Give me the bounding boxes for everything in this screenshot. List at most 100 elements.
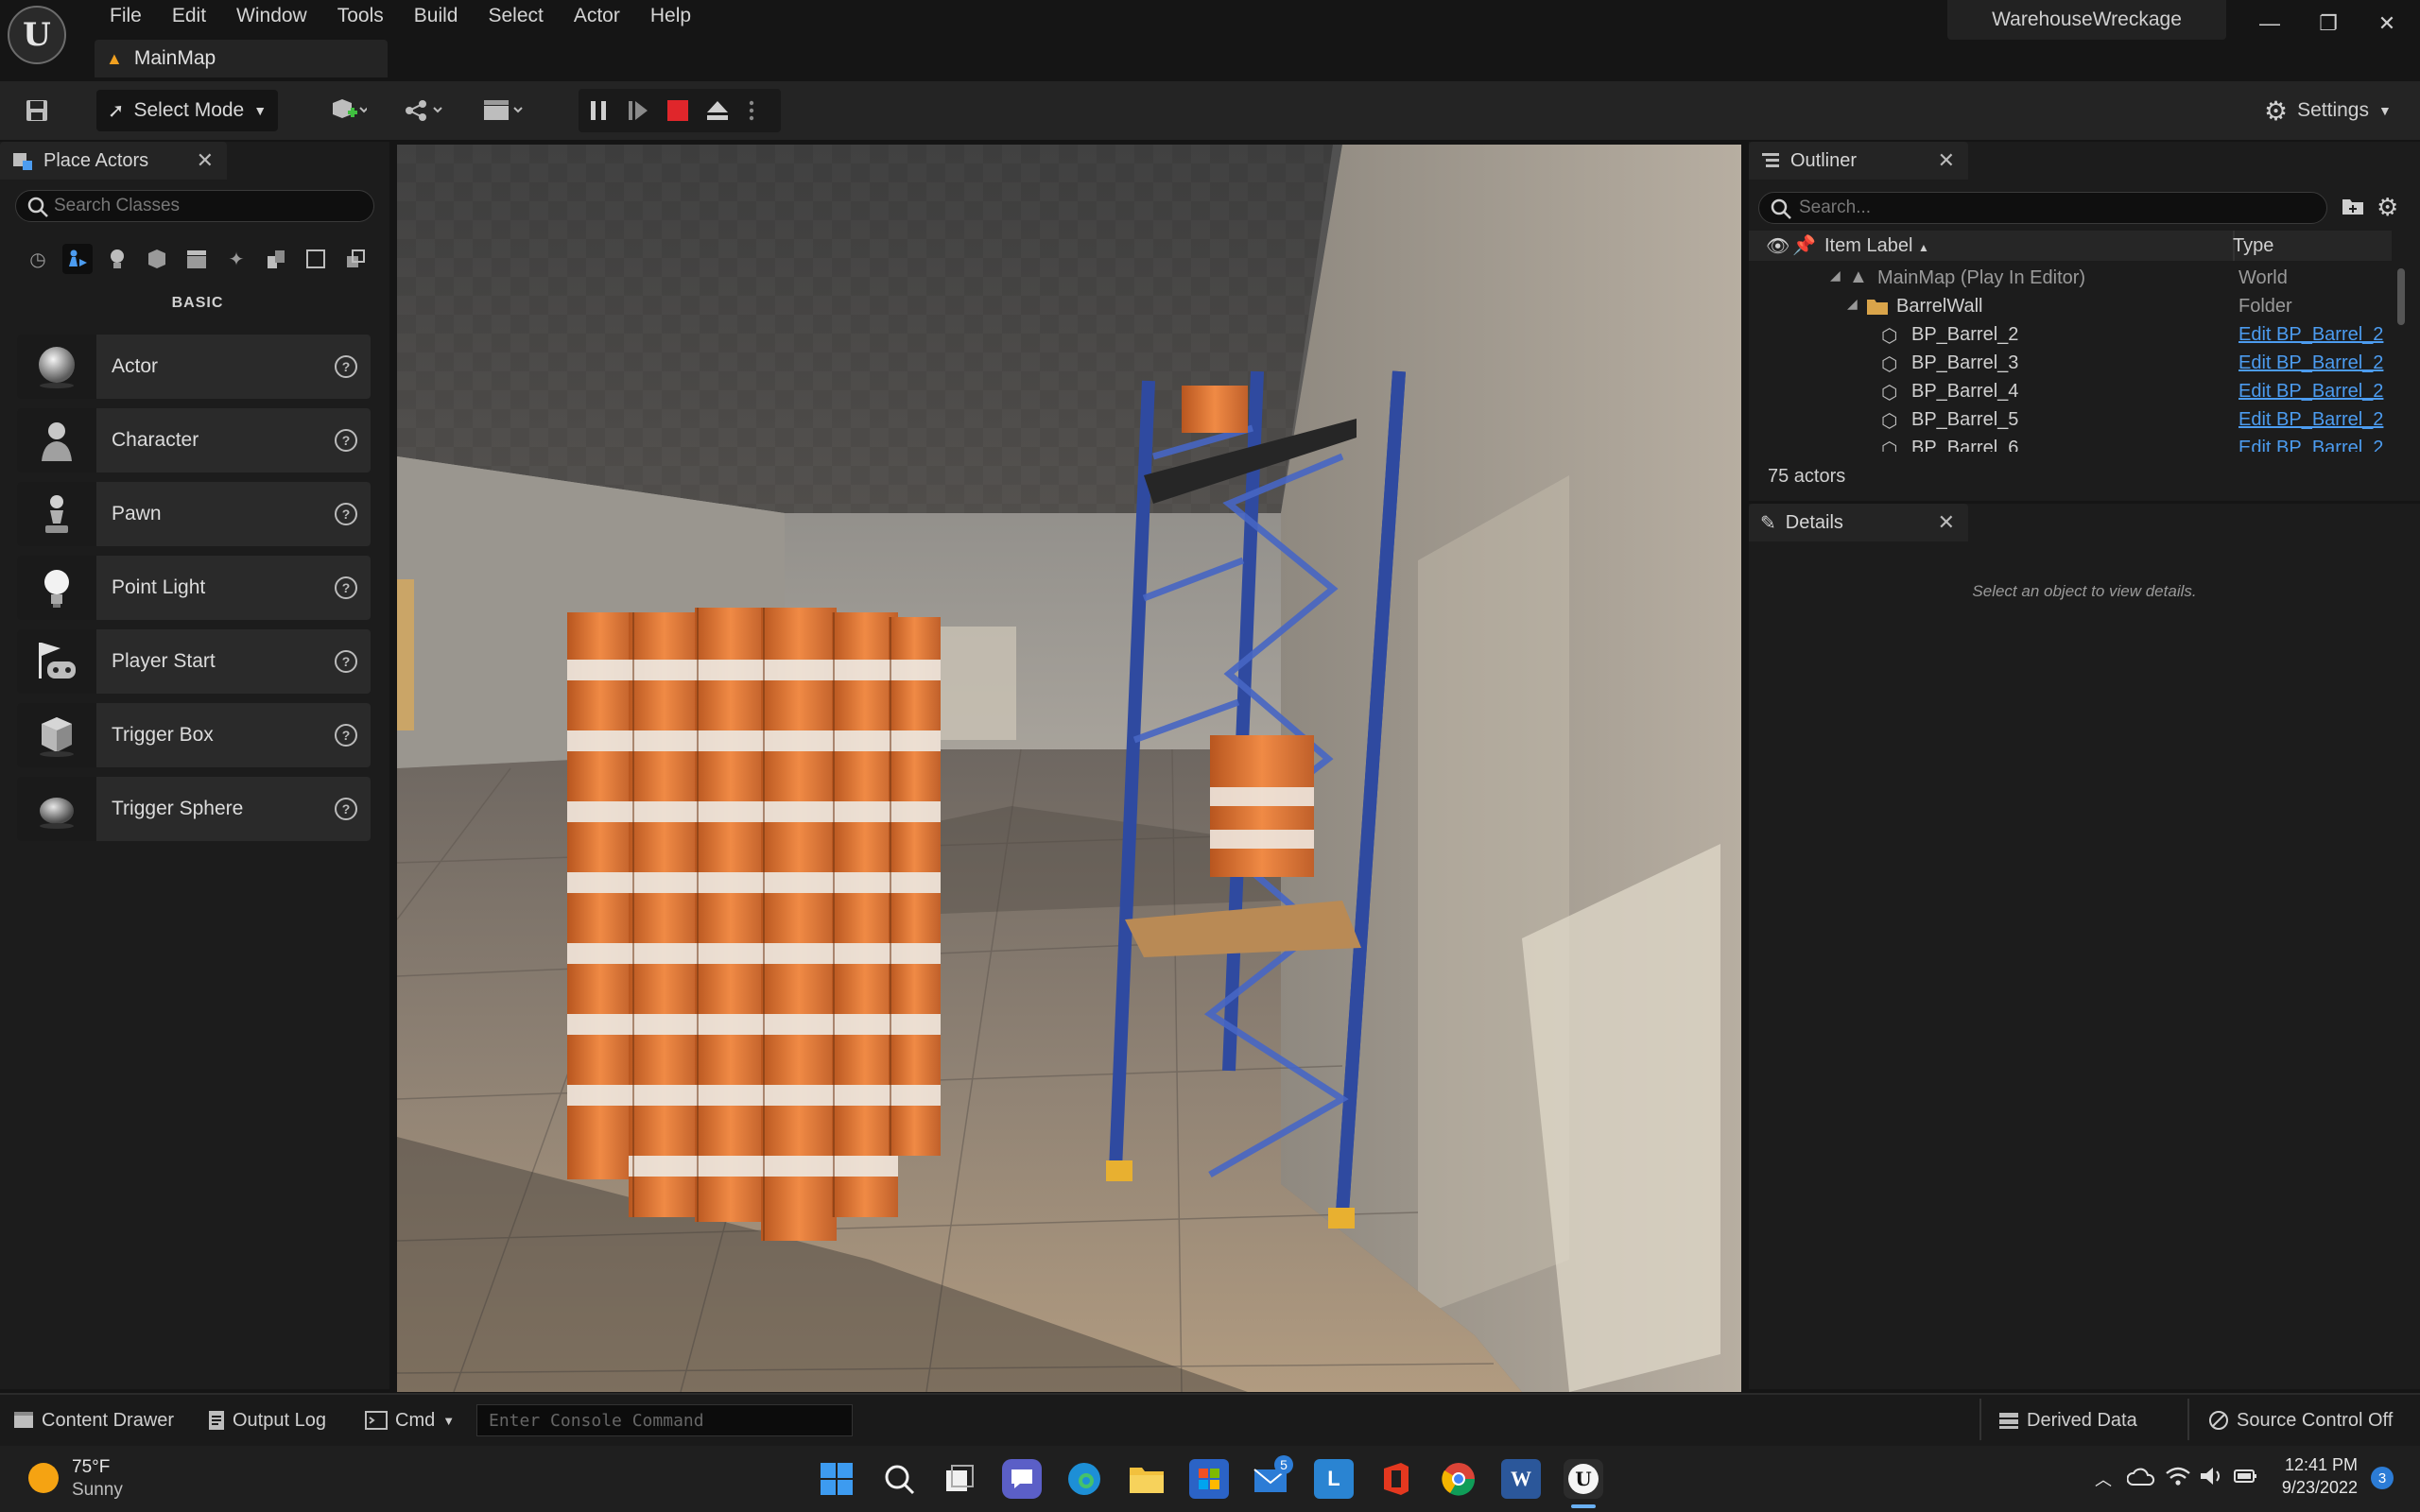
- volumes-icon[interactable]: [301, 244, 331, 274]
- help-icon[interactable]: ?: [335, 503, 357, 525]
- outliner-row-actor[interactable]: ⬡ BP_Barrel_3 Edit BP_Barrel_2: [1749, 350, 2392, 378]
- pause-icon[interactable]: [579, 90, 618, 131]
- edit-blueprint-link[interactable]: Edit BP_Barrel_2: [2238, 381, 2383, 403]
- level-viewport[interactable]: [397, 145, 1741, 1392]
- notification-badge[interactable]: 3: [2371, 1467, 2394, 1489]
- step-frame-icon[interactable]: [618, 90, 658, 131]
- volume-icon[interactable]: [2199, 1465, 2225, 1487]
- chrome-icon[interactable]: [1439, 1459, 1478, 1499]
- lights-icon[interactable]: [102, 244, 132, 274]
- visual-effects-icon[interactable]: ✦: [221, 244, 251, 274]
- outliner-row-actor[interactable]: ⬡ BP_Barrel_4 Edit BP_Barrel_2: [1749, 378, 2392, 406]
- cmd-dropdown[interactable]: Cmd ▼: [365, 1402, 455, 1438]
- search-classes-input[interactable]: Search Classes: [15, 190, 374, 222]
- edit-blueprint-link[interactable]: Edit BP_Barrel_2: [2238, 324, 2383, 346]
- blueprint-icon[interactable]: [397, 90, 456, 131]
- recent-icon[interactable]: ◷: [23, 244, 53, 274]
- outliner-settings-gear-icon[interactable]: ⚙: [2377, 193, 2398, 222]
- menu-help[interactable]: Help: [635, 0, 706, 32]
- help-icon[interactable]: ?: [335, 798, 357, 820]
- actor-item-pawn[interactable]: Pawn ?: [17, 482, 371, 546]
- menu-build[interactable]: Build: [399, 0, 474, 32]
- type-column-header[interactable]: Type: [2233, 235, 2273, 257]
- menu-window[interactable]: Window: [221, 0, 322, 32]
- outliner-row-actor[interactable]: ⬡ BP_Barrel_6 Edit BP_Barrel_2: [1749, 435, 2392, 452]
- item-label-column[interactable]: Item Label ▲: [1824, 235, 1929, 257]
- help-icon[interactable]: ?: [335, 650, 357, 673]
- actor-item-player-start[interactable]: Player Start ?: [17, 629, 371, 694]
- menu-actor[interactable]: Actor: [559, 0, 635, 32]
- shapes-icon[interactable]: [142, 244, 172, 274]
- menu-file[interactable]: File: [95, 0, 157, 32]
- derived-data-button[interactable]: Derived Data: [1998, 1402, 2137, 1438]
- add-actor-icon[interactable]: [320, 90, 376, 131]
- menu-tools[interactable]: Tools: [322, 0, 399, 32]
- menu-edit[interactable]: Edit: [157, 0, 221, 32]
- actor-item-character[interactable]: Character ?: [17, 408, 371, 472]
- chat-icon[interactable]: [1002, 1459, 1042, 1499]
- wifi-icon[interactable]: [2165, 1465, 2191, 1487]
- weather-sun-icon[interactable]: [28, 1463, 59, 1493]
- outliner-scrollbar[interactable]: [2397, 268, 2405, 325]
- actor-item-point-light[interactable]: Point Light ?: [17, 556, 371, 620]
- edit-blueprint-link[interactable]: Edit BP_Barrel_2: [2238, 409, 2383, 431]
- menu-select[interactable]: Select: [473, 0, 558, 32]
- restore-button[interactable]: ❐: [2299, 0, 2358, 47]
- help-icon[interactable]: ?: [335, 576, 357, 599]
- select-mode-dropdown[interactable]: ➚ Select Mode ▼: [96, 90, 278, 131]
- more-options-icon[interactable]: [737, 90, 766, 131]
- save-icon[interactable]: [17, 90, 57, 131]
- console-command-input[interactable]: Enter Console Command: [476, 1404, 853, 1436]
- basic-category-icon[interactable]: [62, 244, 93, 274]
- output-log-button[interactable]: Output Log: [208, 1402, 326, 1438]
- clock-date[interactable]: 9/23/2022: [2273, 1478, 2358, 1498]
- outliner-search-input[interactable]: Search...: [1758, 192, 2327, 224]
- content-drawer-button[interactable]: Content Drawer: [13, 1402, 174, 1438]
- edit-blueprint-link[interactable]: Edit BP_Barrel_2: [2238, 352, 2383, 374]
- add-folder-icon[interactable]: [2341, 194, 2365, 218]
- outliner-row-folder[interactable]: ◢ BarrelWall Folder: [1749, 293, 2392, 321]
- weather-condition[interactable]: Sunny: [72, 1480, 123, 1501]
- stop-icon[interactable]: [658, 90, 698, 131]
- search-icon[interactable]: [879, 1459, 919, 1499]
- app-l-icon[interactable]: L: [1314, 1459, 1354, 1499]
- edit-blueprint-link[interactable]: Edit BP_Barrel_2: [2238, 438, 2383, 452]
- help-icon[interactable]: ?: [335, 429, 357, 452]
- actor-item-actor[interactable]: Actor ?: [17, 335, 371, 399]
- file-explorer-icon[interactable]: [1127, 1459, 1167, 1499]
- actor-item-trigger-box[interactable]: Trigger Box ?: [17, 703, 371, 767]
- outliner-tab[interactable]: Outliner ✕: [1749, 142, 1968, 180]
- help-icon[interactable]: ?: [335, 355, 357, 378]
- word-icon[interactable]: W: [1501, 1459, 1541, 1499]
- map-tab[interactable]: ▲ MainMap: [95, 40, 388, 77]
- eject-icon[interactable]: [698, 90, 737, 131]
- expand-arrow-icon[interactable]: ◢: [1830, 267, 1841, 284]
- outliner-row-actor[interactable]: ⬡ BP_Barrel_5 Edit BP_Barrel_2: [1749, 406, 2392, 435]
- details-tab[interactable]: ✎ Details ✕: [1749, 504, 1968, 541]
- close-icon[interactable]: ✕: [197, 148, 227, 173]
- actor-item-trigger-sphere[interactable]: Trigger Sphere ?: [17, 777, 371, 841]
- pin-icon[interactable]: 📌: [1792, 233, 1816, 257]
- windows-start-icon[interactable]: [817, 1459, 856, 1499]
- visibility-eye-icon[interactable]: 👁: [1766, 234, 1789, 258]
- battery-icon[interactable]: [2233, 1465, 2259, 1487]
- task-view-icon[interactable]: [940, 1459, 979, 1499]
- weather-temperature[interactable]: 75°F: [72, 1457, 110, 1478]
- expand-arrow-icon[interactable]: ◢: [1847, 296, 1858, 312]
- outliner-row-actor[interactable]: ⬡ BP_Barrel_2 Edit BP_Barrel_2: [1749, 321, 2392, 350]
- settings-button[interactable]: ⚙ Settings ▼: [2264, 90, 2392, 131]
- show-hidden-icons[interactable]: ︿: [2095, 1467, 2112, 1491]
- onedrive-cloud-icon[interactable]: [2127, 1466, 2155, 1486]
- close-icon[interactable]: ✕: [1938, 148, 1968, 173]
- help-icon[interactable]: ?: [335, 724, 357, 747]
- clock-time[interactable]: 12:41 PM: [2278, 1455, 2358, 1475]
- geometry-icon[interactable]: [261, 244, 291, 274]
- place-actors-tab[interactable]: Place Actors ✕: [0, 142, 227, 180]
- unreal-engine-taskbar-icon[interactable]: U: [1564, 1459, 1603, 1499]
- close-icon[interactable]: ✕: [1938, 510, 1968, 535]
- close-window-button[interactable]: ✕: [2358, 0, 2416, 47]
- unreal-logo-icon[interactable]: U: [8, 6, 66, 64]
- microsoft-store-icon[interactable]: [1189, 1459, 1229, 1499]
- cinematic-icon[interactable]: [182, 244, 212, 274]
- source-control-button[interactable]: Source Control Off: [2208, 1402, 2393, 1438]
